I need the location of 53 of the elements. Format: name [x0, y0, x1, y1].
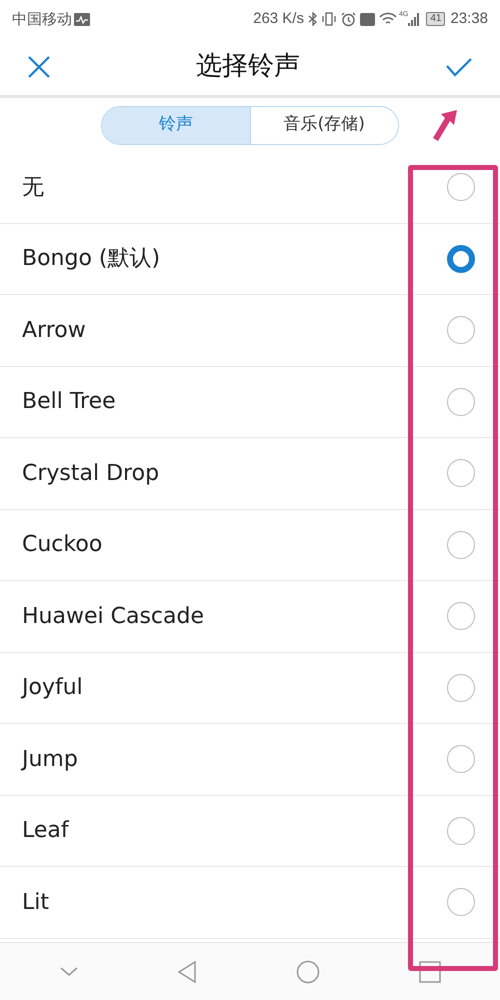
ringtone-name: Bell Tree — [22, 388, 117, 416]
ringtone-item[interactable]: Bell Tree — [0, 366, 500, 438]
signal-icon — [408, 12, 420, 26]
radio-button[interactable] — [447, 674, 475, 702]
carrier-name: 中国移动 — [12, 8, 72, 30]
page-title: 选择铃声 — [195, 50, 301, 83]
ringtone-item[interactable]: 无 — [0, 152, 500, 224]
ringtone-item[interactable]: Jump — [0, 724, 500, 796]
battery-indicator: 41 — [426, 12, 446, 26]
radio-button[interactable] — [447, 459, 475, 488]
ringtone-item[interactable]: Crystal Drop — [0, 438, 500, 510]
radio-button[interactable] — [447, 745, 475, 774]
ringtone-item[interactable]: Leaf — [0, 796, 500, 867]
ringtone-item[interactable]: Cuckoo — [0, 510, 500, 581]
radio-button[interactable] — [447, 602, 475, 630]
network-speed: 263 K/s — [253, 8, 304, 29]
ringtone-item[interactable]: Lit — [0, 867, 500, 938]
tab[interactable]: 音乐(存储) — [250, 106, 398, 144]
radio-button[interactable] — [447, 530, 475, 559]
radio-button[interactable] — [447, 244, 475, 273]
back-icon[interactable] — [176, 960, 196, 984]
ringtone-name: 无 — [22, 174, 45, 202]
ringtone-name: Jump — [22, 746, 79, 774]
ringtone-name: Joyful — [22, 674, 84, 702]
ringtone-item[interactable]: Huawei Cascade — [0, 581, 500, 652]
ringtone-name: Huawei Cascade — [22, 602, 205, 631]
ringtone-name: Crystal Drop — [22, 460, 160, 488]
radio-button[interactable] — [447, 816, 475, 845]
clock: 23:38 — [450, 8, 488, 29]
ringtone-item[interactable]: Bongo (默认) — [0, 224, 500, 295]
alarm-icon — [340, 12, 356, 26]
recents-icon[interactable] — [418, 960, 440, 982]
bluetooth-icon — [308, 12, 317, 26]
close-button[interactable] — [26, 54, 52, 80]
home-icon[interactable] — [296, 960, 320, 984]
ringtone-item[interactable]: Joyful — [0, 652, 500, 724]
ringtone-name: Leaf — [22, 817, 70, 846]
radio-button[interactable] — [447, 316, 475, 344]
wifi-icon — [378, 12, 397, 26]
close-icon — [27, 54, 51, 78]
check-icon — [445, 56, 473, 76]
radio-button[interactable] — [447, 888, 475, 916]
arrow-icon — [431, 108, 459, 142]
ringtone-name: Arrow — [22, 316, 87, 345]
radio-button[interactable] — [447, 173, 475, 202]
ringtone-name: Lit — [22, 888, 50, 917]
activity-icon — [74, 12, 90, 26]
ringtone-item[interactable]: Arrow — [0, 295, 500, 366]
chevron-down-icon[interactable] — [60, 966, 78, 976]
radio-button[interactable] — [447, 388, 475, 416]
ringtone-name: Cuckoo — [22, 531, 104, 560]
ringtone-name: Bongo (默认) — [22, 245, 162, 274]
vibrate-icon — [320, 12, 337, 26]
